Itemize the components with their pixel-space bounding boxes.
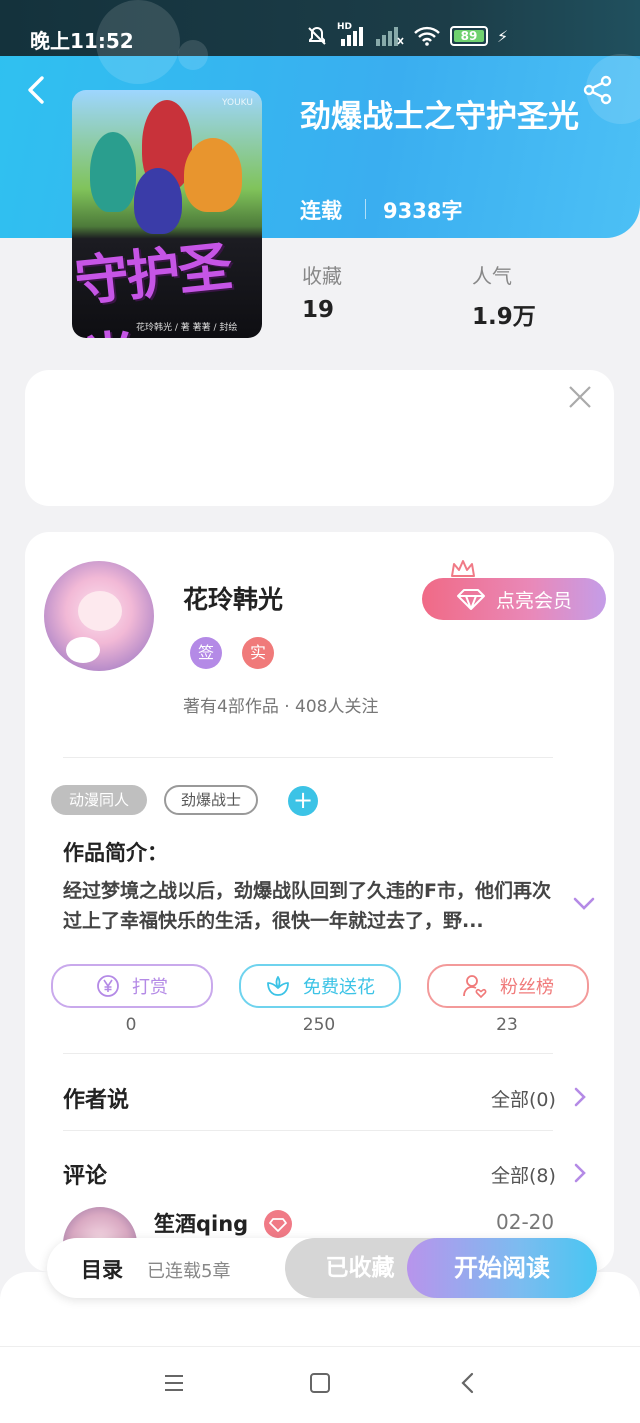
verified-badge: 实 (242, 637, 274, 669)
divider (63, 1053, 553, 1054)
tag-item[interactable]: 劲爆战士 (164, 785, 258, 815)
cover-corner-logo: YOUKU (222, 98, 253, 108)
signal-empty-icon (376, 27, 404, 46)
decor-bubble (178, 40, 208, 70)
fan-ranking-label: 粉丝榜 (500, 977, 554, 998)
avatar-face (78, 591, 122, 631)
close-icon[interactable] (567, 384, 593, 410)
reward-button[interactable]: 打赏 (51, 964, 213, 1008)
battery-icon: 89 (450, 26, 488, 46)
back-icon[interactable] (24, 74, 50, 106)
comment-date: 02-20 (496, 1210, 555, 1234)
toc-button[interactable]: 目录 (81, 1254, 123, 1284)
chevron-down-icon[interactable] (572, 895, 596, 913)
vip-button[interactable]: 点亮会员 (422, 578, 606, 620)
book-title: 劲爆战士之守护圣光 (300, 99, 579, 135)
stat-value-popularity: 1.9万 (472, 304, 536, 330)
vip-diamond-icon (264, 1210, 292, 1238)
reward-count: 0 (125, 1015, 137, 1035)
diamond-icon (456, 589, 485, 610)
tag-item[interactable]: 动漫同人 (51, 785, 147, 815)
cover-credits: 花玲韩光 / 著 著著 / 封绘 (136, 323, 238, 333)
fan-user-icon (463, 975, 487, 999)
cover-figure (90, 132, 136, 212)
flower-count: 250 (302, 1015, 336, 1035)
ad-card (25, 370, 614, 506)
send-flower-button[interactable]: 免费送花 (239, 964, 401, 1008)
intro-heading: 作品简介： (63, 841, 168, 865)
battery-level: 89 (454, 30, 484, 42)
comments-heading: 评论 (63, 1164, 108, 1189)
fan-ranking-button[interactable]: 粉丝榜 (427, 964, 589, 1008)
flower-icon (267, 976, 289, 996)
chevron-right-icon[interactable] (572, 1162, 588, 1184)
yen-icon (97, 975, 119, 997)
home-square-icon[interactable] (309, 1372, 331, 1394)
author-name[interactable]: 花玲韩光 (183, 580, 283, 616)
cover-figure (134, 168, 182, 234)
word-count: 9338字 (383, 199, 463, 223)
book-status: 连载 (300, 199, 342, 223)
reward-button-label: 打赏 (132, 977, 168, 998)
add-tag-icon[interactable]: + (288, 786, 318, 816)
stat-label-popularity: 人气 (472, 264, 512, 288)
mute-bell-icon (308, 26, 326, 45)
charging-icon: ⚡ (497, 26, 509, 46)
status-icons: HD 89 ⚡ (306, 22, 509, 47)
book-cover[interactable]: YOUKU 守护圣光 花玲韩光 / 著 著著 / 封绘 (72, 90, 262, 338)
start-reading-button[interactable]: 开始阅读 (407, 1238, 597, 1298)
divider (63, 1130, 553, 1131)
bottom-action-bar: 目录 已连载5章 已收藏 开始阅读 (47, 1238, 597, 1298)
avatar-plush (66, 637, 100, 663)
cover-figure (184, 138, 242, 212)
signed-badge: 签 (190, 637, 222, 669)
toc-sub: 已连载5章 (147, 1261, 231, 1282)
author-avatar[interactable] (44, 561, 154, 671)
comments-all-link[interactable]: 全部(8) (491, 1161, 556, 1188)
author-meta: 著有4部作品 · 408人关注 (183, 697, 379, 717)
divider (365, 199, 366, 219)
signal-icon: HD (337, 22, 367, 46)
chevron-right-icon[interactable] (572, 1086, 588, 1108)
commenter-name[interactable]: 笙酒qing (154, 1208, 248, 1238)
divider (63, 757, 553, 758)
intro-text[interactable]: 经过梦境之战以后，劲爆战队回到了久违的F市，他们再次过上了幸福快乐的生活，很快一… (63, 876, 553, 936)
wifi-icon (414, 26, 440, 46)
nav-back-icon[interactable] (458, 1371, 478, 1395)
vip-button-label: 点亮会员 (495, 589, 572, 612)
crown-icon (451, 560, 475, 577)
fan-count: 23 (496, 1015, 518, 1035)
stat-value-collect: 19 (302, 297, 335, 323)
author-says-heading: 作者说 (63, 1088, 130, 1113)
stat-label-collect: 收藏 (302, 264, 342, 288)
send-flower-label: 免费送花 (303, 977, 375, 998)
author-says-all-link[interactable]: 全部(0) (491, 1085, 556, 1112)
menu-icon[interactable] (163, 1373, 185, 1393)
status-time: 晚上11:52 (30, 29, 134, 53)
